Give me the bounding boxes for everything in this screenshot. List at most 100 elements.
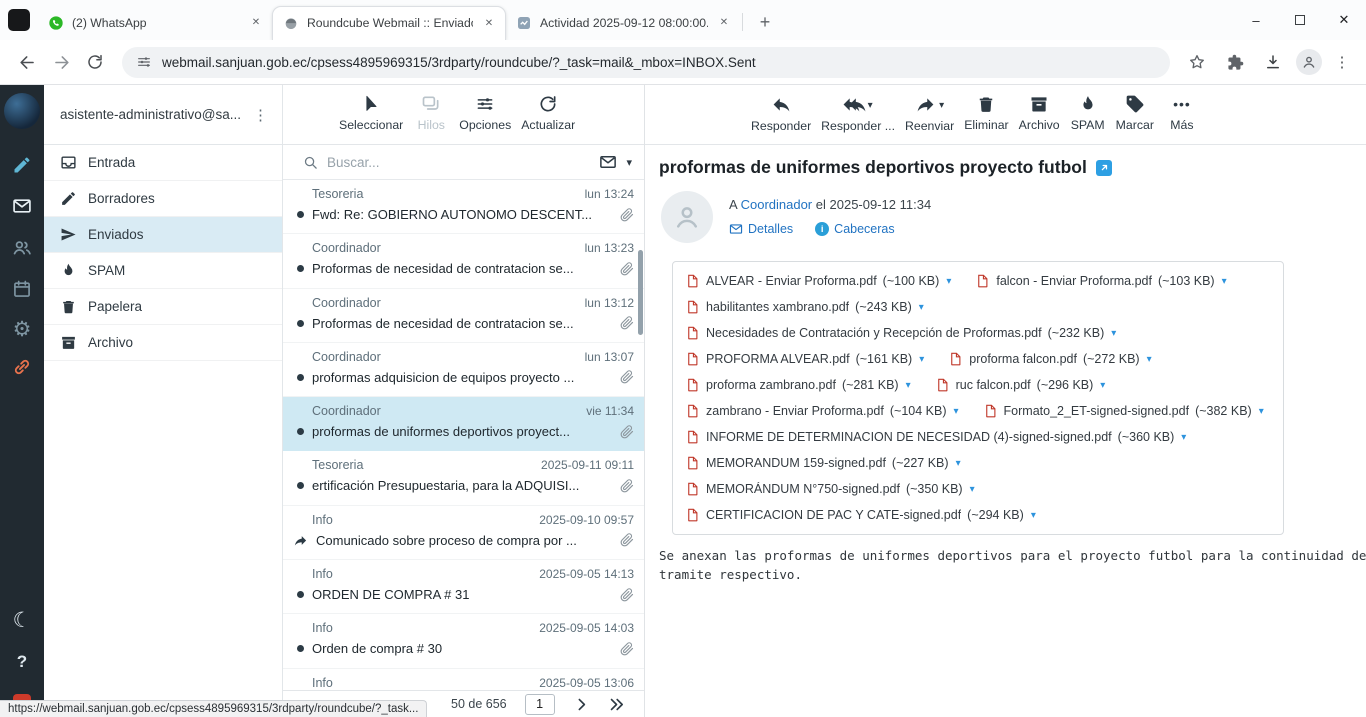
attachment[interactable]: INFORME DE DETERMINACION DE NECESIDAD (4…	[685, 424, 1186, 450]
last-page-icon[interactable]	[608, 696, 625, 713]
attachment-menu-caret-icon[interactable]: ▾	[919, 302, 924, 313]
folder-entrada[interactable]: Entrada	[44, 145, 282, 181]
minimize-button[interactable]: –	[1234, 0, 1278, 40]
threads-button[interactable]: Hilos	[413, 94, 449, 132]
attachment[interactable]: falcon - Enviar Proforma.pdf(~103 KB)▾	[975, 268, 1226, 294]
attachment-menu-caret-icon[interactable]: ▾	[954, 406, 959, 417]
attachment-menu-caret-icon[interactable]: ▾	[956, 458, 961, 469]
attachment-name[interactable]: INFORME DE DETERMINACION DE NECESIDAD (4…	[706, 430, 1112, 444]
folder-spam[interactable]: SPAM	[44, 253, 282, 289]
help-icon[interactable]: ?	[17, 652, 27, 672]
search-input[interactable]	[327, 155, 590, 170]
details-toggle[interactable]: Detalles	[729, 222, 793, 236]
new-tab-button[interactable]: +	[751, 8, 779, 36]
reply-all-caret-icon[interactable]: ▾	[868, 97, 873, 115]
refresh-button[interactable]: Actualizar	[521, 94, 575, 132]
attachment-name[interactable]: zambrano - Enviar Proforma.pdf	[706, 404, 884, 418]
url-text[interactable]: webmail.sanjuan.gob.ec/cpsess4895969315/…	[162, 55, 756, 70]
mail-section-icon[interactable]	[12, 196, 32, 216]
attachment-menu-caret-icon[interactable]: ▾	[1181, 432, 1186, 443]
attachment-name[interactable]: habilitantes xambrano.pdf	[706, 300, 849, 314]
message-list-item[interactable]: Coordinadorlun 13:23 Proformas de necesi…	[283, 234, 644, 288]
reload-button[interactable]	[80, 47, 110, 77]
tab-close-icon[interactable]: ✕	[481, 15, 497, 31]
attachment-menu-caret-icon[interactable]: ▾	[1100, 380, 1105, 391]
attachment-menu-caret-icon[interactable]: ▾	[1259, 406, 1264, 417]
webmail-logo[interactable]	[4, 93, 40, 129]
attachment-name[interactable]: Necesidades de Contratación y Recepción …	[706, 326, 1042, 340]
mark-button[interactable]: Marcar	[1116, 94, 1154, 132]
attachment[interactable]: Formato_2_ET-signed-signed.pdf(~382 KB)▾	[983, 398, 1264, 424]
message-list-item[interactable]: Tesorerialun 13:24 Fwd: Re: GOBIERNO AUT…	[283, 180, 644, 234]
next-page-icon[interactable]	[573, 696, 590, 713]
maximize-button[interactable]	[1278, 0, 1322, 40]
attachment-name[interactable]: MEMORANDUM 159-signed.pdf	[706, 456, 886, 470]
headers-toggle[interactable]: i Cabeceras	[815, 222, 894, 236]
message-list-item[interactable]: Tesoreria2025-09-11 09:11 ertificación P…	[283, 451, 644, 505]
dark-mode-moon-icon[interactable]: ☾	[13, 610, 32, 631]
attachment-menu-caret-icon[interactable]: ▾	[1111, 328, 1116, 339]
spam-button[interactable]: SPAM	[1070, 94, 1106, 132]
close-button[interactable]: ✕	[1322, 0, 1366, 40]
tab-actividad[interactable]: Actividad 2025-09-12 08:00:00... ✕	[506, 6, 740, 40]
attachment-menu-caret-icon[interactable]: ▾	[1147, 354, 1152, 365]
attachment-menu-caret-icon[interactable]: ▾	[970, 484, 975, 495]
message-list-item[interactable]: Info2025-09-05 14:13 ORDEN DE COMPRA # 3…	[283, 560, 644, 614]
reply-all-button[interactable]: ▾ Responder ...	[821, 94, 895, 133]
message-list-item[interactable]: Coordinadorlun 13:12 Proformas de necesi…	[283, 289, 644, 343]
attachment[interactable]: proforma zambrano.pdf(~281 KB)▾	[685, 372, 911, 398]
account-menu-kebab-icon[interactable]: ⋮	[247, 106, 274, 124]
attachment[interactable]: habilitantes xambrano.pdf(~243 KB)▾	[685, 294, 924, 320]
message-list-item[interactable]: Info2025-09-05 13:06	[283, 669, 644, 690]
attachment[interactable]: proforma falcon.pdf(~272 KB)▾	[948, 346, 1151, 372]
reply-button[interactable]: Responder	[751, 94, 811, 133]
attachment-menu-caret-icon[interactable]: ▾	[946, 276, 951, 287]
folder-archivo[interactable]: Archivo	[44, 325, 282, 361]
attachment-name[interactable]: ALVEAR - Enviar Proforma.pdf	[706, 274, 877, 288]
delete-button[interactable]: Eliminar	[964, 94, 1008, 132]
message-list-item-selected[interactable]: Coordinadorvie 11:34 proformas de unifor…	[283, 397, 644, 451]
tab-whatsapp[interactable]: (2) WhatsApp ✕	[38, 6, 272, 40]
attachment-menu-caret-icon[interactable]: ▾	[1222, 276, 1227, 287]
back-button[interactable]	[12, 47, 42, 77]
attachment-menu-caret-icon[interactable]: ▾	[1031, 510, 1036, 521]
tab-close-icon[interactable]: ✕	[248, 15, 264, 31]
folder-papelera[interactable]: Papelera	[44, 289, 282, 325]
cpanel-link-icon[interactable]	[12, 357, 32, 377]
folder-enviados[interactable]: Enviados	[44, 217, 282, 253]
attachment[interactable]: ALVEAR - Enviar Proforma.pdf(~100 KB)▾	[685, 268, 951, 294]
attachment-name[interactable]: falcon - Enviar Proforma.pdf	[996, 274, 1152, 288]
attachment[interactable]: zambrano - Enviar Proforma.pdf(~104 KB)▾	[685, 398, 959, 424]
attachment[interactable]: Necesidades de Contratación y Recepción …	[685, 320, 1116, 346]
attachment[interactable]: MEMORÁNDUM N°750-signed.pdf(~350 KB)▾	[685, 476, 975, 502]
bookmark-star-icon[interactable]	[1182, 47, 1212, 77]
site-settings-icon[interactable]	[136, 54, 152, 70]
calendar-icon[interactable]	[12, 279, 32, 299]
tab-roundcube[interactable]: Roundcube Webmail :: Enviado... ✕	[272, 6, 506, 40]
downloads-icon[interactable]	[1258, 47, 1288, 77]
recipient-link[interactable]: Coordinador	[741, 197, 813, 212]
attachment-name[interactable]: proforma falcon.pdf	[969, 352, 1077, 366]
compose-icon[interactable]	[12, 155, 32, 175]
attachment-name[interactable]: PROFORMA ALVEAR.pdf	[706, 352, 850, 366]
url-bar[interactable]: webmail.sanjuan.gob.ec/cpsess4895969315/…	[122, 47, 1170, 78]
forward-button[interactable]	[46, 47, 76, 77]
extensions-icon[interactable]	[1220, 47, 1250, 77]
browser-menu-kebab-icon[interactable]: ⋮	[1330, 53, 1354, 71]
search-options-caret-icon[interactable]: ▾	[626, 156, 632, 169]
attachment-name[interactable]: proforma zambrano.pdf	[706, 378, 836, 392]
attachment[interactable]: ruc falcon.pdf(~296 KB)▾	[935, 372, 1106, 398]
folder-borradores[interactable]: Borradores	[44, 181, 282, 217]
attachment[interactable]: MEMORANDUM 159-signed.pdf(~227 KB)▾	[685, 450, 961, 476]
open-in-new-window-icon[interactable]	[1096, 160, 1112, 176]
attachment-name[interactable]: ruc falcon.pdf	[956, 378, 1031, 392]
tab-close-icon[interactable]: ✕	[716, 15, 732, 31]
select-button[interactable]: Seleccionar	[339, 94, 403, 132]
attachment-name[interactable]: MEMORÁNDUM N°750-signed.pdf	[706, 482, 900, 496]
message-list-item[interactable]: Info2025-09-05 14:03 Orden de compra # 3…	[283, 614, 644, 668]
options-button[interactable]: Opciones	[459, 94, 511, 132]
message-list-item[interactable]: Info2025-09-10 09:57 Comunicado sobre pr…	[283, 506, 644, 560]
browser-profile-avatar[interactable]	[1296, 49, 1322, 75]
settings-gear-icon[interactable]: ⚙	[13, 319, 32, 340]
contacts-icon[interactable]	[12, 237, 33, 258]
